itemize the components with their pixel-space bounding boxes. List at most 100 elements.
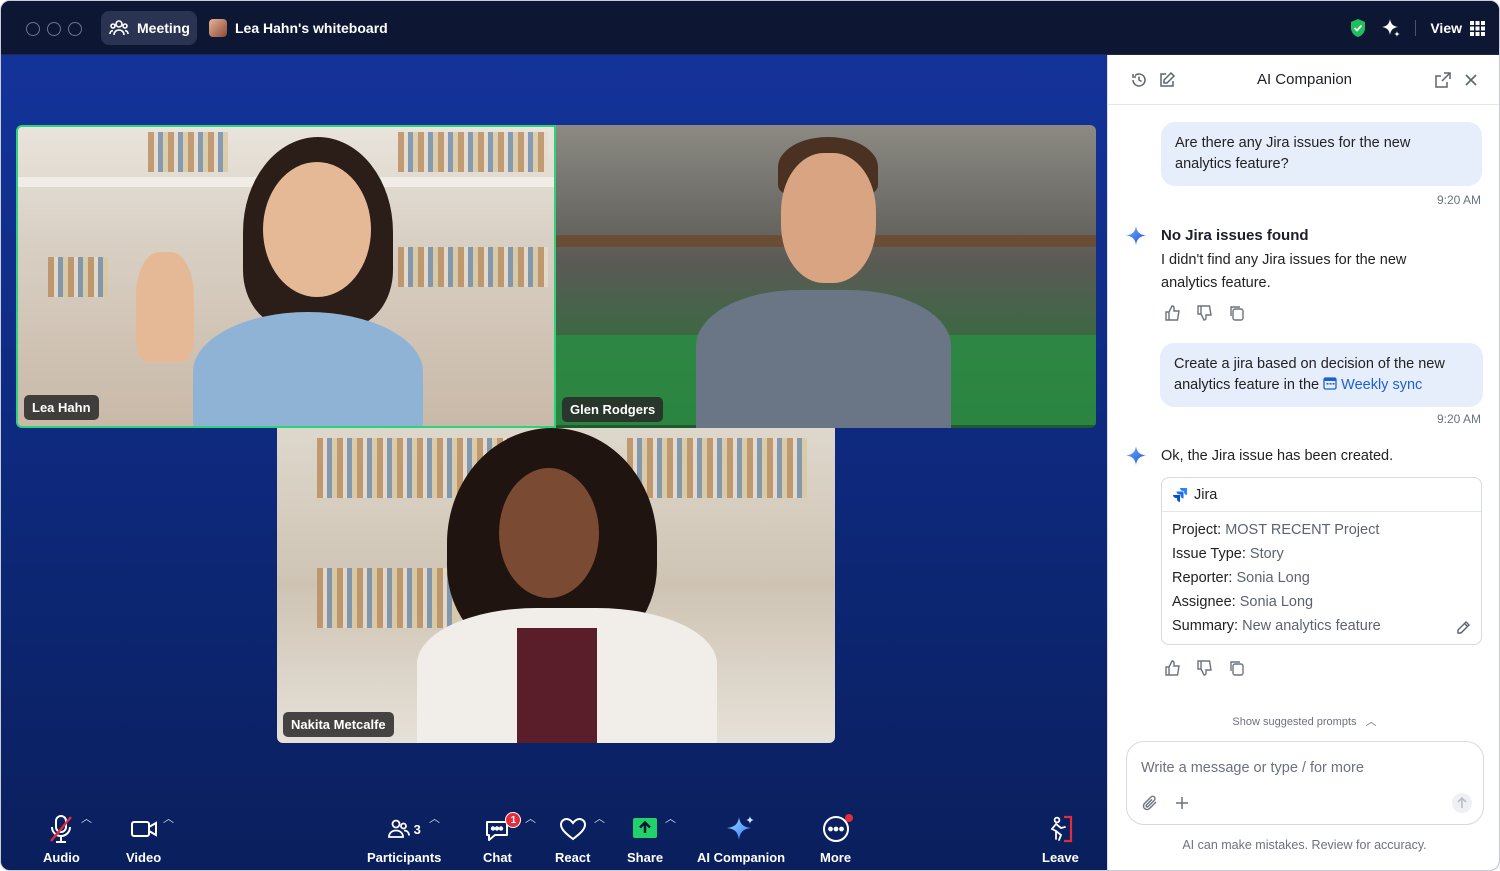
audio-options-chevron-icon[interactable]: ︿	[81, 810, 92, 826]
view-button[interactable]: View	[1430, 20, 1485, 36]
copy-icon[interactable]	[1228, 304, 1246, 322]
thumbs-down-icon[interactable]	[1196, 659, 1214, 677]
leave-button[interactable]: Leave	[1042, 814, 1079, 865]
user-message: Create a jira based on decision of the n…	[1160, 343, 1483, 407]
ai-response-title: No Jira issues found	[1161, 227, 1309, 244]
minimize-window-button[interactable]	[47, 22, 61, 36]
attach-paperclip-icon[interactable]	[1141, 794, 1159, 812]
composer-input[interactable]: Write a message or type / for more	[1141, 760, 1364, 776]
video-stage: Lea Hahn Glen Rodgers Nakita Metcalfe Au…	[1, 55, 1107, 870]
participant-name-tag: Glen Rodgers	[562, 397, 664, 422]
jira-logo-icon	[1173, 487, 1187, 502]
books-decor	[148, 132, 228, 172]
leave-label: Leave	[1042, 850, 1079, 865]
grid-icon	[1470, 20, 1485, 36]
field-label: Reporter:	[1172, 570, 1233, 586]
titlebar-divider	[1415, 20, 1417, 36]
thumbs-down-icon[interactable]	[1196, 304, 1214, 322]
video-tile-lea-hahn[interactable]: Lea Hahn	[16, 125, 556, 428]
books-decor	[317, 568, 457, 628]
share-screen-icon	[633, 818, 658, 838]
participants-label: Participants	[367, 850, 442, 865]
person-face	[263, 162, 371, 297]
person-face	[499, 468, 599, 598]
jira-field-project: Project: MOST RECENT Project	[1172, 518, 1481, 542]
jira-card-fields: Project: MOST RECENT Project Issue Type:…	[1162, 512, 1481, 638]
thumbs-up-icon[interactable]	[1164, 659, 1182, 677]
field-label: Summary:	[1172, 618, 1239, 634]
share-label: Share	[627, 850, 664, 865]
message-timestamp: 9:20 AM	[1436, 193, 1481, 207]
send-arrow-icon[interactable]	[1451, 792, 1473, 814]
thumbs-up-icon[interactable]	[1164, 304, 1182, 322]
ai-companion-button[interactable]: AI Companion	[697, 814, 785, 865]
show-suggested-prompts-button[interactable]: Show suggested prompts ︿	[1108, 713, 1499, 729]
react-options-chevron-icon[interactable]: ︿	[594, 810, 605, 826]
jira-field-reporter: Reporter: Sonia Long	[1172, 566, 1481, 590]
chat-options-chevron-icon[interactable]: ︿	[525, 810, 536, 826]
calendar-icon	[1323, 377, 1337, 390]
field-value: MOST RECENT Project	[1225, 522, 1380, 538]
pop-out-icon[interactable]	[1434, 71, 1452, 89]
more-notification-dot	[844, 814, 853, 822]
tab-whiteboard-label: Lea Hahn's whiteboard	[235, 20, 388, 36]
copy-icon[interactable]	[1228, 659, 1246, 677]
people-icon	[109, 20, 129, 36]
weekly-sync-link[interactable]: Weekly sync	[1323, 377, 1422, 393]
weekly-sync-label: Weekly sync	[1341, 377, 1423, 393]
ai-sparkle-icon	[727, 816, 755, 840]
video-button[interactable]: Video	[126, 814, 161, 865]
chat-unread-badge: 1	[505, 812, 522, 828]
field-value: Sonia Long	[1239, 594, 1314, 610]
microphone-muted-icon	[50, 815, 73, 843]
maximize-window-button[interactable]	[68, 22, 82, 36]
books-decor	[398, 247, 548, 287]
sparkle-icon[interactable]	[1381, 18, 1401, 38]
person-face	[781, 153, 876, 283]
user-message: Are there any Jira issues for the new an…	[1161, 122, 1482, 186]
meeting-toolbar: Audio ︿ Video ︿ 3 Participants ︿ 1 Chat …	[1, 806, 1107, 870]
jira-card-header: Jira	[1162, 478, 1481, 512]
jira-issue-card[interactable]: Jira Project: MOST RECENT Project Issue …	[1161, 477, 1482, 645]
books-decor	[398, 132, 548, 172]
audio-button[interactable]: Audio	[43, 814, 80, 865]
video-tile-nakita-metcalfe[interactable]: Nakita Metcalfe	[277, 428, 835, 743]
panel-header: AI Companion	[1108, 55, 1499, 105]
close-window-button[interactable]	[26, 22, 40, 36]
ai-response-text: Ok, the Jira issue has been created.	[1161, 448, 1394, 464]
add-plus-icon[interactable]	[1173, 794, 1191, 812]
tab-meeting-label: Meeting	[137, 20, 190, 36]
participants-options-chevron-icon[interactable]: ︿	[429, 810, 440, 826]
books-decor	[627, 438, 807, 498]
message-composer[interactable]: Write a message or type / for more	[1126, 741, 1484, 825]
heart-icon	[559, 817, 586, 841]
react-button[interactable]: React	[555, 814, 590, 865]
video-label: Video	[126, 850, 162, 865]
ai-companion-panel: AI Companion Are there any Jira issues f…	[1107, 55, 1499, 870]
person-shirt	[696, 290, 951, 428]
edit-pencil-icon[interactable]	[1455, 620, 1471, 636]
whiteboard-avatar	[209, 19, 227, 37]
books-decor	[48, 257, 108, 297]
titlebar-right-controls: View	[1349, 11, 1485, 45]
close-icon[interactable]	[1462, 71, 1480, 89]
shield-icon[interactable]	[1349, 18, 1367, 38]
ai-sparkle-icon	[1126, 446, 1146, 465]
chat-button[interactable]: 1 Chat	[483, 812, 522, 865]
title-bar: Meeting Lea Hahn's whiteboard View	[1, 1, 1499, 55]
react-label: React	[555, 850, 591, 865]
video-options-chevron-icon[interactable]: ︿	[163, 810, 174, 826]
field-value: Story	[1249, 546, 1284, 562]
participants-icon	[387, 819, 410, 838]
jira-field-summary: Summary: New analytics feature	[1172, 614, 1481, 638]
ai-sparkle-icon	[1126, 226, 1146, 245]
message-timestamp: 9:20 AM	[1436, 412, 1481, 426]
field-value: New analytics feature	[1242, 618, 1381, 634]
video-tile-glen-rodgers[interactable]: Glen Rodgers	[556, 125, 1096, 428]
more-button[interactable]: More	[820, 814, 853, 865]
field-label: Assignee:	[1172, 594, 1236, 610]
tab-meeting[interactable]: Meeting	[101, 11, 197, 45]
share-button[interactable]: Share	[627, 814, 663, 865]
tab-whiteboard[interactable]: Lea Hahn's whiteboard	[209, 11, 388, 45]
share-options-chevron-icon[interactable]: ︿	[665, 810, 676, 826]
